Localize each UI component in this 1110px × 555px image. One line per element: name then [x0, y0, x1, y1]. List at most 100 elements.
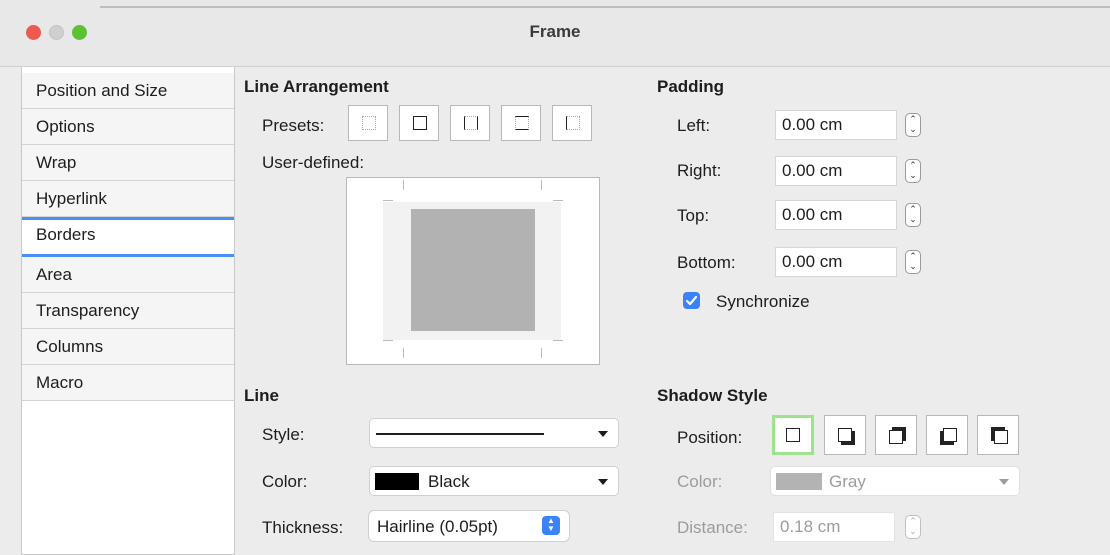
background-window-edge [100, 6, 1110, 8]
preset-top-bottom-icon [515, 116, 529, 130]
sidebar-item-label: Columns [36, 337, 104, 356]
window-title: Frame [529, 22, 581, 41]
padding-top-label: Top: [677, 206, 710, 225]
up-down-chevron-icon: ▲ ▼ [542, 516, 560, 535]
chevron-down-icon [598, 431, 608, 437]
shadow-color-dropdown[interactable]: Gray [770, 466, 1020, 496]
line-color-value: Black [428, 472, 470, 491]
title-bar: Frame [0, 0, 1110, 67]
sidebar-item-label: Hyperlink [36, 189, 107, 208]
sidebar-item-options[interactable]: Options [22, 109, 234, 145]
sidebar-item-area[interactable]: Area [22, 257, 234, 293]
padding-bottom-field[interactable]: 0.00 cm [775, 247, 897, 277]
sidebar-item-columns[interactable]: Columns [22, 329, 234, 365]
preview-corner-mark [383, 200, 393, 201]
padding-top-stepper[interactable]: ⌃ ⌄ [905, 203, 921, 227]
shadow-bottom-right-icon [838, 428, 852, 442]
padding-right-stepper[interactable]: ⌃ ⌄ [905, 159, 921, 183]
line-thickness-dropdown[interactable]: Hairline (0.05pt) ▲ ▼ [369, 511, 569, 541]
preview-corner-mark [383, 340, 393, 341]
shadow-bottom-right-button[interactable] [824, 415, 866, 455]
preset-box-icon [413, 116, 427, 130]
padding-top-field[interactable]: 0.00 cm [775, 200, 897, 230]
shadow-none-button[interactable] [772, 415, 814, 455]
color-swatch [776, 473, 822, 490]
synchronize-label: Synchronize [716, 292, 810, 311]
chevron-down-icon [999, 479, 1009, 485]
sidebar-item-hyperlink[interactable]: Hyperlink [22, 181, 234, 217]
shadow-color-label: Color: [677, 472, 723, 491]
preview-corner-mark [541, 348, 542, 358]
sidebar-item-label: Area [36, 265, 72, 284]
sidebar-item-position-and-size[interactable]: Position and Size [22, 73, 234, 109]
category-sidebar: Position and Size Options Wrap Hyperlink… [21, 67, 235, 555]
shadow-color-value: Gray [829, 472, 866, 491]
padding-left-stepper[interactable]: ⌃ ⌄ [905, 113, 921, 137]
preview-corner-mark [553, 340, 563, 341]
shadow-none-icon [786, 428, 800, 442]
padding-heading: Padding [657, 77, 725, 96]
preset-none-button[interactable] [348, 105, 388, 141]
shadow-top-left-icon [994, 430, 1008, 444]
chevron-down-icon [598, 479, 608, 485]
shadow-top-right-button[interactable] [875, 415, 917, 455]
sidebar-item-label: Macro [36, 373, 84, 392]
line-arrangement-heading: Line Arrangement [244, 77, 389, 96]
shadow-top-left-button[interactable] [977, 415, 1019, 455]
padding-left-label: Left: [677, 116, 711, 135]
color-swatch [375, 473, 419, 490]
shadow-distance-value: 0.18 cm [780, 517, 841, 536]
synchronize-checkbox[interactable] [683, 292, 700, 309]
line-thickness-value: Hairline (0.05pt) [377, 517, 498, 536]
sidebar-item-macro[interactable]: Macro [22, 365, 234, 401]
preview-corner-mark [553, 200, 563, 201]
shadow-distance-stepper[interactable]: ⌃ ⌄ [905, 515, 921, 539]
shadow-distance-label: Distance: [677, 518, 748, 537]
padding-left-value: 0.00 cm [782, 115, 843, 134]
sidebar-item-label: Position and Size [36, 81, 168, 100]
line-color-dropdown[interactable]: Black [369, 466, 619, 496]
user-defined-border-preview[interactable] [346, 177, 600, 365]
sidebar-item-label: Wrap [36, 153, 77, 172]
line-style-label: Style: [262, 425, 305, 444]
presets-label: Presets: [262, 116, 325, 135]
preview-corner-mark [403, 180, 404, 190]
shadow-distance-field[interactable]: 0.18 cm [773, 512, 895, 542]
preset-left-button[interactable] [552, 105, 592, 141]
padding-right-value: 0.00 cm [782, 161, 843, 180]
sidebar-item-wrap[interactable]: Wrap [22, 145, 234, 181]
shadow-bottom-left-button[interactable] [926, 415, 968, 455]
preset-left-right-icon [464, 116, 478, 130]
preset-left-right-button[interactable] [450, 105, 490, 141]
shadow-top-right-icon [889, 430, 903, 444]
sidebar-item-borders[interactable]: Borders [22, 217, 234, 257]
preview-corner-mark [541, 180, 542, 190]
sidebar-item-label: Borders [36, 225, 96, 244]
line-style-dropdown[interactable] [369, 418, 619, 448]
padding-right-label: Right: [677, 161, 722, 180]
shadow-position-label: Position: [677, 428, 743, 447]
sidebar-item-label: Transparency [36, 301, 140, 320]
shadow-bottom-left-icon [943, 428, 957, 442]
padding-bottom-value: 0.00 cm [782, 252, 843, 271]
sidebar-item-label: Options [36, 117, 95, 136]
padding-right-field[interactable]: 0.00 cm [775, 156, 897, 186]
preview-corner-mark [403, 348, 404, 358]
checkmark-icon [685, 295, 698, 306]
preset-left-icon [566, 116, 580, 130]
padding-left-field[interactable]: 0.00 cm [775, 110, 897, 140]
padding-bottom-stepper[interactable]: ⌃ ⌄ [905, 250, 921, 274]
user-defined-label: User-defined: [262, 153, 365, 172]
sidebar-item-transparency[interactable]: Transparency [22, 293, 234, 329]
padding-bottom-label: Bottom: [677, 253, 736, 272]
shadow-style-heading: Shadow Style [657, 386, 768, 405]
line-color-label: Color: [262, 472, 308, 491]
preset-none-icon [362, 116, 376, 130]
preset-box-button[interactable] [399, 105, 439, 141]
line-heading: Line [244, 386, 279, 405]
padding-top-value: 0.00 cm [782, 205, 843, 224]
preset-top-bottom-button[interactable] [501, 105, 541, 141]
solid-line-sample [376, 433, 544, 435]
line-thickness-label: Thickness: [262, 518, 344, 537]
preview-content-box [411, 209, 535, 331]
